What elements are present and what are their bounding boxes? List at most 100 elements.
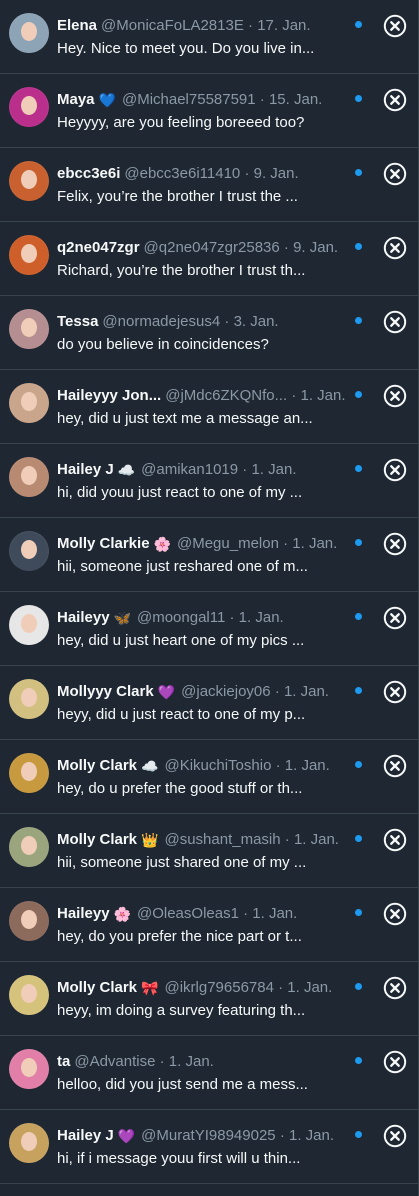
conversation-header: Hailey J 💜 @MuratYI98949025 · 1. Jan. [57, 1126, 351, 1146]
display-name[interactable]: Haileyy [57, 905, 110, 922]
avatar[interactable] [9, 87, 49, 127]
avatar[interactable] [9, 605, 49, 645]
dismiss-button[interactable] [383, 828, 407, 852]
user-handle: @Advantise [74, 1053, 156, 1070]
user-handle: @OleasOleas1 [136, 905, 239, 922]
unread-indicator [355, 539, 362, 546]
conversation-row[interactable]: Molly Clark 👑 @sushant_masih · 1. Jan. hii… [0, 814, 418, 888]
avatar[interactable] [9, 901, 49, 941]
display-name[interactable]: q2ne047zgr [57, 239, 140, 256]
avatar[interactable] [9, 1049, 49, 1089]
dismiss-button[interactable] [383, 162, 407, 186]
unread-indicator [355, 1057, 362, 1064]
conversation-header: Haileyy 🌸 @OleasOleas1 · 1. Jan. [57, 904, 351, 924]
conversation-row[interactable]: Haileyyy Jon... @jMdc6ZKQNfo... · 1. Jan.… [0, 370, 418, 444]
conversation-row[interactable]: Maya 💙 @Michael75587591 · 15. Jan. Heyyyy,… [0, 74, 418, 148]
display-name[interactable]: Elena [57, 17, 97, 34]
unread-indicator [355, 687, 362, 694]
display-name[interactable]: Haileyy [57, 609, 110, 626]
separator-dot: · [283, 535, 289, 552]
dismiss-button[interactable] [383, 88, 407, 112]
user-handle: @normadejesus4 [102, 313, 221, 330]
user-handle: @jackiejoy06 [181, 683, 271, 700]
unread-indicator [355, 243, 362, 250]
conversation-row[interactable]: Haileyy 🌸 @OleasOleas1 · 1. Jan. hey, do y… [0, 888, 418, 962]
message-date: 1. Jan. [283, 683, 329, 700]
conversation-header: q2ne047zgr @q2ne047zgr25836 · 9. Jan. [57, 238, 351, 258]
name-emoji: 💜 [117, 1128, 136, 1144]
user-handle: @Megu_melon [176, 535, 279, 552]
conversation-row[interactable]: Molly Clark 🎀 @ikrlg79656784 · 1. Jan. hey… [0, 962, 418, 1036]
conversation-row[interactable]: Molly Clarkie 🌸 @Megu_melon · 1. Jan. hii,… [0, 518, 418, 592]
conversation-header: Molly Clarkie 🌸 @Megu_melon · 1. Jan. [57, 534, 351, 554]
display-name[interactable]: Maya [57, 91, 95, 108]
display-name[interactable]: Hailey J [57, 461, 114, 478]
close-circle-icon [383, 14, 407, 38]
dismiss-button[interactable] [383, 236, 407, 260]
conversation-row[interactable]: Mollyyy Clark 💜 @jackiejoy06 · 1. Jan. hey… [0, 666, 418, 740]
avatar[interactable] [9, 309, 49, 349]
message-preview: hii, someone just shared one of my ... [57, 854, 307, 871]
avatar[interactable] [9, 827, 49, 867]
message-request-list: Elena @MonicaFoLA2813E · 17. Jan. Hey. Ni… [0, 0, 419, 1196]
avatar[interactable] [9, 13, 49, 53]
display-name[interactable]: Mollyyy Clark [57, 683, 154, 700]
conversation-row[interactable]: ebcc3e6i @ebcc3e6i11410 · 9. Jan. Felix, … [0, 148, 418, 222]
display-name[interactable]: ta [57, 1053, 70, 1070]
dismiss-button[interactable] [383, 532, 407, 556]
dismiss-button[interactable] [383, 902, 407, 926]
user-handle: @ikrlg79656784 [164, 979, 274, 996]
conversation-header: ta @Advantise · 1. Jan. [57, 1052, 351, 1072]
avatar[interactable] [9, 1123, 49, 1163]
display-name[interactable]: Molly Clark [57, 979, 137, 996]
conversation-row[interactable]: Tessa @normadejesus4 · 3. Jan. do you bel… [0, 296, 418, 370]
dismiss-button[interactable] [383, 458, 407, 482]
conversation-row[interactable]: Haileyy 🦋 @moongal11 · 1. Jan. hey, did u … [0, 592, 418, 666]
display-name[interactable]: Molly Clark [57, 757, 137, 774]
dismiss-button[interactable] [383, 754, 407, 778]
display-name[interactable]: Molly Clark [57, 831, 137, 848]
close-circle-icon [383, 680, 407, 704]
conversation-header: Molly Clark ☁️ @KikuchiToshio · 1. Jan. [57, 756, 351, 776]
close-circle-icon [383, 162, 407, 186]
avatar[interactable] [9, 679, 49, 719]
avatar[interactable] [9, 457, 49, 497]
avatar[interactable] [9, 161, 49, 201]
message-preview: hey, do u prefer the good stuff or th... [57, 780, 303, 797]
avatar[interactable] [9, 383, 49, 423]
separator-dot: · [283, 239, 289, 256]
dismiss-button[interactable] [383, 976, 407, 1000]
display-name[interactable]: Tessa [57, 313, 98, 330]
user-handle: @moongal11 [136, 609, 226, 626]
display-name[interactable]: Hailey J [57, 1127, 114, 1144]
message-preview: hey, did u just heart one of my pics ... [57, 632, 305, 649]
user-handle: @jMdc6ZKQNfo... [165, 387, 288, 404]
avatar[interactable] [9, 975, 49, 1015]
dismiss-button[interactable] [383, 14, 407, 38]
message-preview: heyy, did u just react to one of my p... [57, 706, 306, 723]
avatar[interactable] [9, 531, 49, 571]
dismiss-button[interactable] [383, 606, 407, 630]
dismiss-button[interactable] [383, 384, 407, 408]
dismiss-button[interactable] [383, 1124, 407, 1148]
display-name[interactable]: Haileyyy Jon... [57, 387, 161, 404]
dismiss-button[interactable] [383, 1050, 407, 1074]
dismiss-button[interactable] [383, 310, 407, 334]
message-date: 1. Jan. [288, 1127, 335, 1144]
display-name[interactable]: ebcc3e6i [57, 165, 120, 182]
conversation-row[interactable]: Hailey J 💜 @MuratYI98949025 · 1. Jan. hi, … [0, 1110, 418, 1184]
conversation-row[interactable]: q2ne047zgr @q2ne047zgr25836 · 9. Jan. Ric… [0, 222, 418, 296]
message-date: 1. Jan. [287, 979, 333, 996]
conversation-row[interactable]: Molly Clark ☁️ @KikuchiToshio · 1. Jan. he… [0, 740, 418, 814]
message-preview: hey, do you prefer the nice part or t... [57, 928, 302, 945]
conversation-row[interactable]: Hailey J ☁️ @amikan1019 · 1. Jan. hi, did … [0, 444, 418, 518]
conversation-row[interactable]: Elena @MonicaFoLA2813E · 17. Jan. Hey. Ni… [0, 0, 418, 74]
conversation-row[interactable]: ta @Advantise · 1. Jan. helloo, did you j… [0, 1036, 418, 1110]
message-date: 3. Jan. [233, 313, 279, 330]
display-name[interactable]: Molly Clarkie [57, 535, 150, 552]
avatar[interactable] [9, 235, 49, 275]
message-preview: Richard, you’re the brother I trust th..… [57, 262, 306, 279]
close-circle-icon [383, 976, 407, 1000]
dismiss-button[interactable] [383, 680, 407, 704]
avatar[interactable] [9, 753, 49, 793]
